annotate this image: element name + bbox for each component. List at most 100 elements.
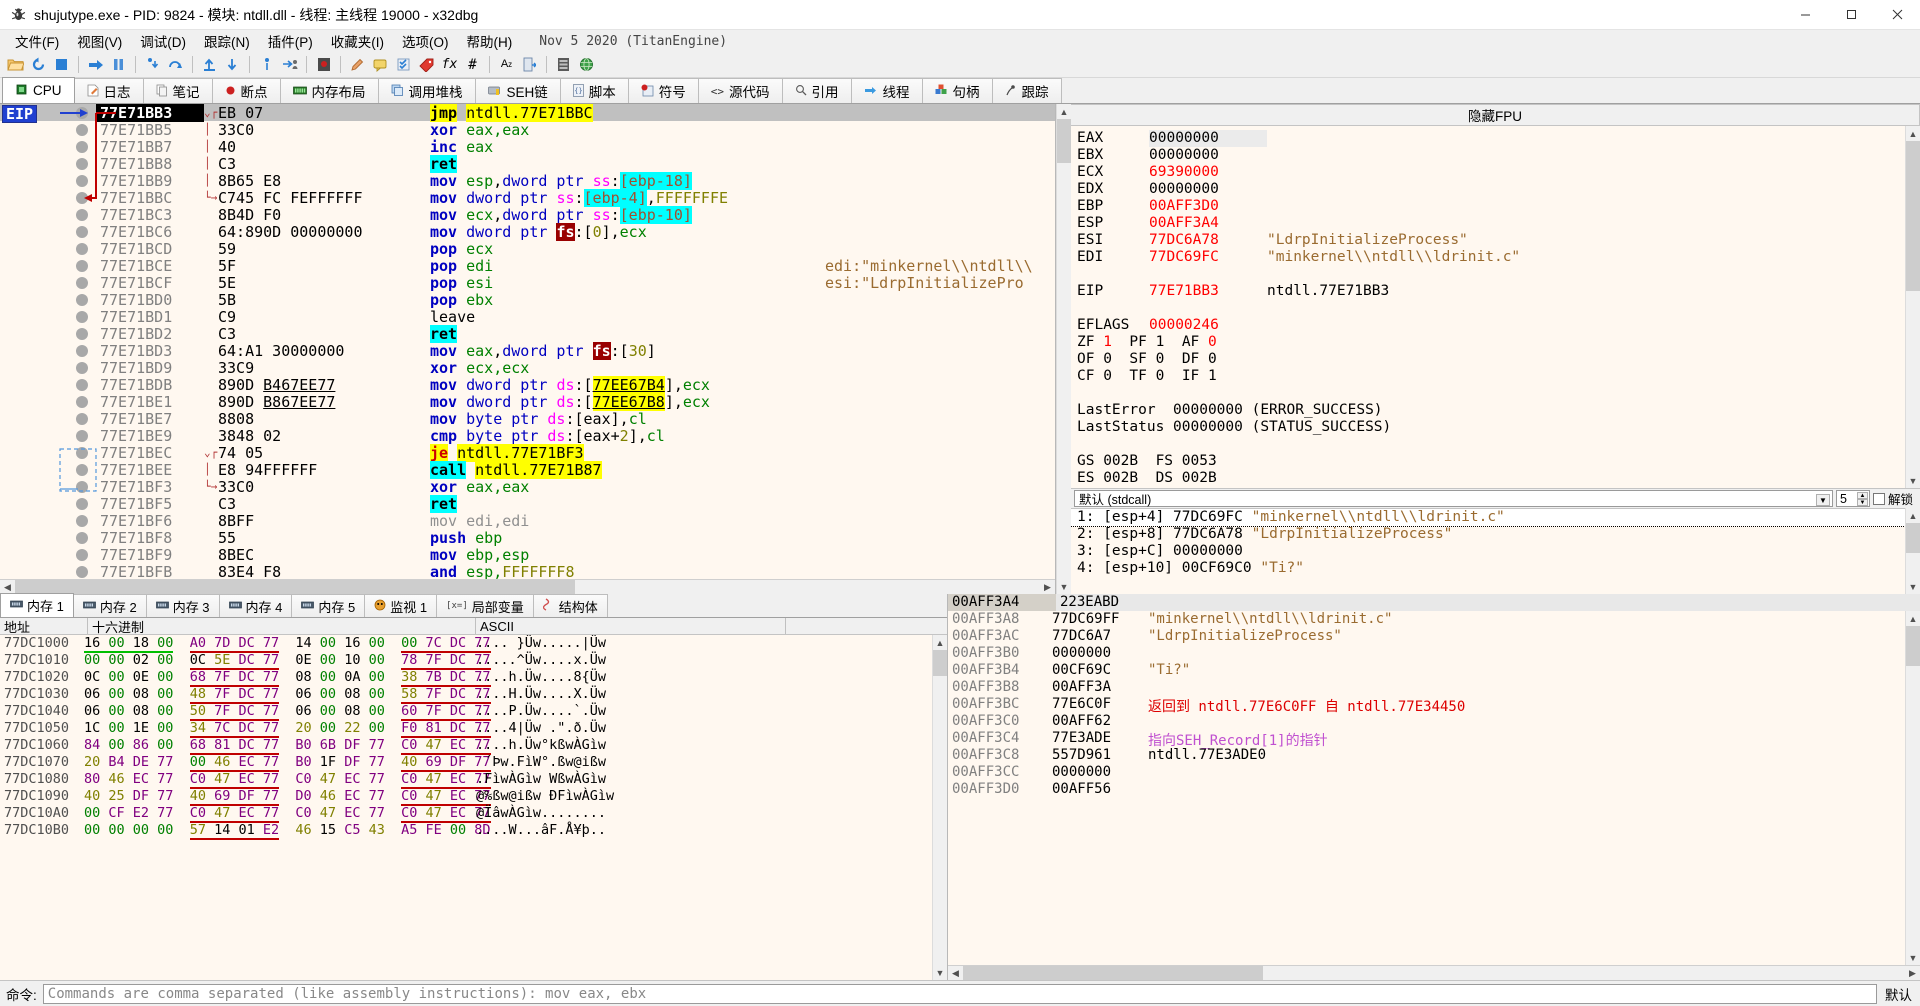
hscroll-track[interactable] [963,966,1905,980]
disassembly-row[interactable]: 77E71BD2 C3 ret [0,324,1055,343]
scroll-down-icon[interactable]: ▼ [1057,579,1071,594]
dump-header-address[interactable]: 地址 [0,618,88,635]
dump-hex[interactable]: 20 B4 DE 77 00 46 EC 77 B0 1F DF 77 40 6… [84,754,491,772]
tab-memory-map[interactable]: 内存布局 [279,78,379,103]
register-row[interactable]: EDI 77DC69FC "minkernel\\ntdll\\ldrinit.c" [1077,249,1905,266]
arguments-vscrollbar[interactable]: ▲ ▼ [1905,508,1920,594]
vscroll-thumb[interactable] [933,650,947,676]
flags-row[interactable]: OF 0 SF 0 DF 0 [1077,351,1905,368]
hscroll-thumb[interactable] [15,580,575,594]
globe-icon[interactable] [576,54,597,75]
disassembly-row[interactable]: 77E71BF3 └→ 33C0 xor eax,eax [0,478,1055,496]
scroll-up-icon[interactable]: ▲ [1906,126,1920,141]
disassembly-row[interactable]: 77E71BC3 8B4D F0 mov ecx,dword ptr ss:[ebp… [0,205,1055,224]
dump-row[interactable]: 77DC1020 0C 00 0E 00 68 7F DC 77 08 00 0A… [0,669,932,687]
dump-row[interactable]: 77DC1000 16 00 18 00 A0 7D DC 77 14 00 16… [0,635,932,653]
command-input[interactable]: Commands are comma separated (like assem… [42,983,1877,1004]
disassembly-row[interactable]: 77E71BB9 │ 8B65 E8 mov esp,dword ptr ss:[eb… [0,171,1055,190]
scroll-left-icon[interactable]: ◀ [0,580,15,594]
scroll-right-icon[interactable]: ▶ [1905,966,1920,980]
dump-ascii[interactable]: .... }Üw.....|Üw [472,635,932,652]
stack-row[interactable]: 00AFF3C0 00AFF62 [948,713,1905,730]
dump-tab-struct[interactable]: 结构体 [532,594,608,617]
tab-source[interactable]: <> 源代码 [697,78,783,103]
tab-handles[interactable]: 句柄 [921,78,993,103]
register-row[interactable]: EIP 77E71BB3 ntdll.77E71BB3 [1077,283,1905,300]
scroll-right-icon[interactable]: ▶ [1040,580,1055,594]
segment-row[interactable]: GS 002B FS 0053 [1077,453,1905,470]
close-button[interactable] [1874,0,1920,30]
register-value[interactable]: 00AFF3A4 [1149,215,1267,232]
scroll-left-icon[interactable]: ◀ [948,966,963,980]
eflags-row[interactable]: EFLAGS 00000246 [1077,317,1905,334]
breakpoint-toggle[interactable] [68,123,96,136]
breakpoint-toggle[interactable] [68,463,96,476]
hash-icon[interactable]: # [462,54,483,75]
breakpoint-toggle[interactable] [68,514,96,527]
run-user-icon[interactable] [279,54,300,75]
disassembly-row[interactable]: 77E71BB8 │ C3 ret [0,154,1055,173]
step-into-icon[interactable] [142,54,163,75]
dump-hex[interactable]: 1C 00 1E 00 34 7C DC 77 20 00 22 00 F0 8… [84,720,491,738]
breakpoint-toggle[interactable] [68,310,96,323]
scroll-down-icon[interactable]: ▼ [1906,950,1920,965]
dump-hex[interactable]: 00 00 00 00 57 14 01 E2 46 15 C5 43 A5 F… [84,822,491,840]
segment-row[interactable]: CS 0023 SS 002B [1077,487,1905,488]
disassembly-row[interactable]: 77E71BC6 64:890D 00000000 mov dword ptr fs… [0,222,1055,241]
dump-hex[interactable]: 84 00 86 00 68 81 DC 77 B0 6B DF 77 C0 4… [84,737,491,755]
stack-rows[interactable]: 00AFF3A8 77DC69FF "minkernel\\ntdll\\ldrin… [948,611,1905,965]
breakpoint-toggle[interactable] [68,106,96,119]
menu-item-debug[interactable]: 调试(D) [131,29,195,53]
disassembly-row[interactable]: 77E71BE1 890D B867EE77 mov dword ptr ds:[7… [0,392,1055,411]
stack-vscrollbar[interactable]: ▲ ▼ [1905,611,1920,965]
register-value[interactable]: 77DC69FC [1149,249,1267,266]
breakpoint-toggle[interactable] [68,497,96,510]
checkbox-box[interactable] [1872,492,1885,505]
scroll-down-icon[interactable]: ▼ [933,965,947,980]
breakpoint-toggle[interactable] [68,480,96,493]
dump-hex[interactable]: 40 25 DF 77 40 69 DF 77 D0 46 EC 77 C0 4… [84,788,491,806]
dump-row[interactable]: 77DC1040 06 00 08 00 50 7F DC 77 06 00 08… [0,703,932,721]
flags-row[interactable]: CF 0 TF 0 IF 1 [1077,368,1905,385]
vscroll-thumb[interactable] [1906,141,1920,291]
register-row[interactable]: EAX 00000000 [1077,130,1905,147]
dump-hex[interactable]: 00 00 02 00 0C 5E DC 77 0E 00 10 00 78 7… [84,652,491,670]
stack-row[interactable]: 00AFF3B4 00CF69C "Ti?" [948,662,1905,679]
breakpoint-toggle[interactable] [68,531,96,544]
breakpoint-toggle[interactable] [68,378,96,391]
dump-ascii[interactable]: ´Þw.FìW°.ßw@ißw [472,754,932,771]
dump-tab-memory-5[interactable]: 内存 5 [291,594,366,617]
breakpoint-toggle[interactable] [68,293,96,306]
dump-ascii[interactable]: ....H.Üw....X.Üw [472,686,932,703]
breakpoint-toggle[interactable] [68,242,96,255]
vscroll-track[interactable] [1906,141,1920,473]
tab-references[interactable]: 引用 [781,78,852,103]
disassembly-row[interactable]: 77E71BE9 3848 02 cmp byte ptr ds:[eax+2],c… [0,427,1055,445]
dump-tab-memory-4[interactable]: 内存 4 [218,594,293,617]
dump-row[interactable]: 77DC10B0 00 00 00 00 57 14 01 E2 46 15 C5… [0,822,932,840]
breakpoint-toggle[interactable] [68,259,96,272]
disassembly-row[interactable]: 77E71BBC └→ C745 FC FEFFFFFF mov dword ptr … [0,188,1055,207]
stop-icon[interactable] [51,54,72,75]
disassembly-row[interactable]: 77E71BCD 59 pop ecx [0,240,1055,258]
disassembly-row[interactable]: 77E71BF6 8BFF mov edi,edi [0,512,1055,530]
arguments-panel[interactable]: 1: [esp+4] 77DC69FC "minkernel\\ntdll\\l… [1071,508,1905,594]
maximize-button[interactable] [1828,0,1874,30]
disassembly-row[interactable]: 77E71BFB 83E4 F8 and esp,FFFFFFF8 [0,563,1055,579]
dump-row[interactable]: 77DC1080 80 46 EC 77 C0 47 EC 77 C0 47 EC… [0,771,932,789]
disassembly-row[interactable]: 77E71BF5 C3 ret [0,494,1055,513]
breakpoint-toggle[interactable] [68,344,96,357]
run-to-icon[interactable] [256,54,277,75]
dump-hex[interactable]: 06 00 08 00 48 7F DC 77 06 00 08 00 58 7… [84,686,491,704]
eflags-value[interactable]: 00000246 [1149,317,1267,334]
dump-ascii[interactable]: ....P.Üw....`.Üw [472,703,932,720]
dump-header-ascii[interactable]: ASCII [476,618,786,634]
menu-item-plugins[interactable]: 插件(P) [259,29,322,53]
disassembly-row[interactable]: 77E71BD0 5B pop ebx [0,291,1055,309]
breakpoint-toggle[interactable] [68,446,96,459]
argument-row[interactable]: 2: [esp+8] 77DC6A78 "LdrpInitializeProce… [1071,526,1905,543]
dump-hex[interactable]: 00 CF E2 77 C0 47 EC 77 C0 47 EC 77 C0 4… [84,805,491,823]
hide-fpu-button[interactable]: 隐藏FPU [1071,104,1920,126]
restart-icon[interactable] [28,54,49,75]
breakpoint-toggle[interactable] [68,361,96,374]
